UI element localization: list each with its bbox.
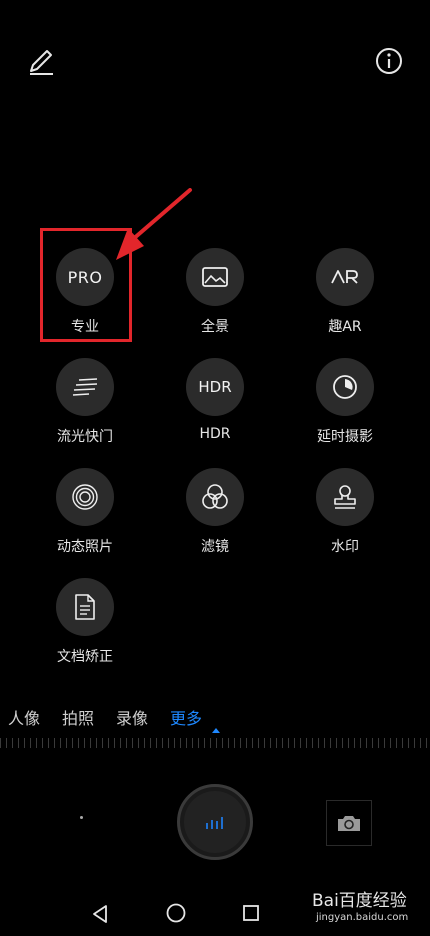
mode-label: 滤镜 (201, 539, 229, 555)
mode-document-scan[interactable]: 文档矫正 (20, 578, 150, 674)
back-icon[interactable] (90, 904, 110, 924)
tab-video[interactable]: 录像 (116, 705, 148, 729)
tab-photo[interactable]: 拍照 (62, 705, 94, 729)
mode-tabs: 人像 拍照 录像 更多 (0, 704, 430, 730)
shutter-button[interactable] (177, 784, 253, 860)
ar-icon (316, 248, 374, 306)
mode-moving-picture[interactable]: 动态照片 (20, 468, 150, 564)
tab-portrait[interactable]: 人像 (8, 705, 40, 729)
mode-label: 趣AR (328, 319, 362, 335)
mode-filter[interactable]: 滤镜 (150, 468, 280, 564)
moving-picture-icon (56, 468, 114, 526)
tab-more[interactable]: 更多 (170, 705, 202, 729)
mode-scroll-ruler[interactable] (0, 738, 430, 748)
watermark-logo: Bai百度经验 (312, 891, 407, 911)
time-lapse-icon (316, 358, 374, 416)
hdr-icon-text: HDR (198, 378, 232, 396)
mode-label: 流光快门 (57, 429, 113, 445)
gallery-thumbnail[interactable] (80, 816, 83, 819)
pencil-icon[interactable] (26, 46, 56, 76)
shutter-bars-icon (206, 817, 223, 829)
baidu-jingyan-watermark: Bai百度经验 jingyan.baidu.com (312, 886, 424, 926)
mode-label: 动态照片 (57, 539, 113, 555)
red-arrow-icon (116, 188, 192, 260)
filter-icon (186, 468, 244, 526)
mode-fun-ar[interactable]: 趣AR (280, 248, 410, 344)
document-icon (56, 578, 114, 636)
shutter-inner (184, 791, 246, 853)
mode-hdr[interactable]: HDR HDR (150, 358, 280, 454)
mode-light-painting[interactable]: 流光快门 (20, 358, 150, 454)
home-icon[interactable] (165, 902, 187, 924)
light-streak-icon (56, 358, 114, 416)
mode-label: 水印 (331, 539, 359, 555)
watermark-site: jingyan.baidu.com (316, 912, 409, 923)
mode-time-lapse[interactable]: 延时摄影 (280, 358, 410, 454)
mode-label: 全景 (201, 319, 229, 335)
mode-label: 延时摄影 (317, 429, 373, 445)
mode-label: 文档矫正 (57, 649, 113, 665)
hdr-icon: HDR (186, 358, 244, 416)
top-bar (26, 42, 404, 82)
switch-camera-icon (338, 816, 360, 831)
camera-more-modes-screen: PRO 专业 全景 趣AR 流光快门 HDR HDR 延时摄影 动态照片 滤镜 … (0, 0, 430, 936)
mode-label: HDR (199, 426, 231, 442)
active-tab-indicator (212, 728, 220, 733)
switch-camera-button[interactable] (326, 800, 372, 846)
info-icon[interactable] (374, 46, 404, 76)
stamp-icon (316, 468, 374, 526)
mode-watermark[interactable]: 水印 (280, 468, 410, 564)
recent-apps-icon[interactable] (242, 904, 260, 922)
